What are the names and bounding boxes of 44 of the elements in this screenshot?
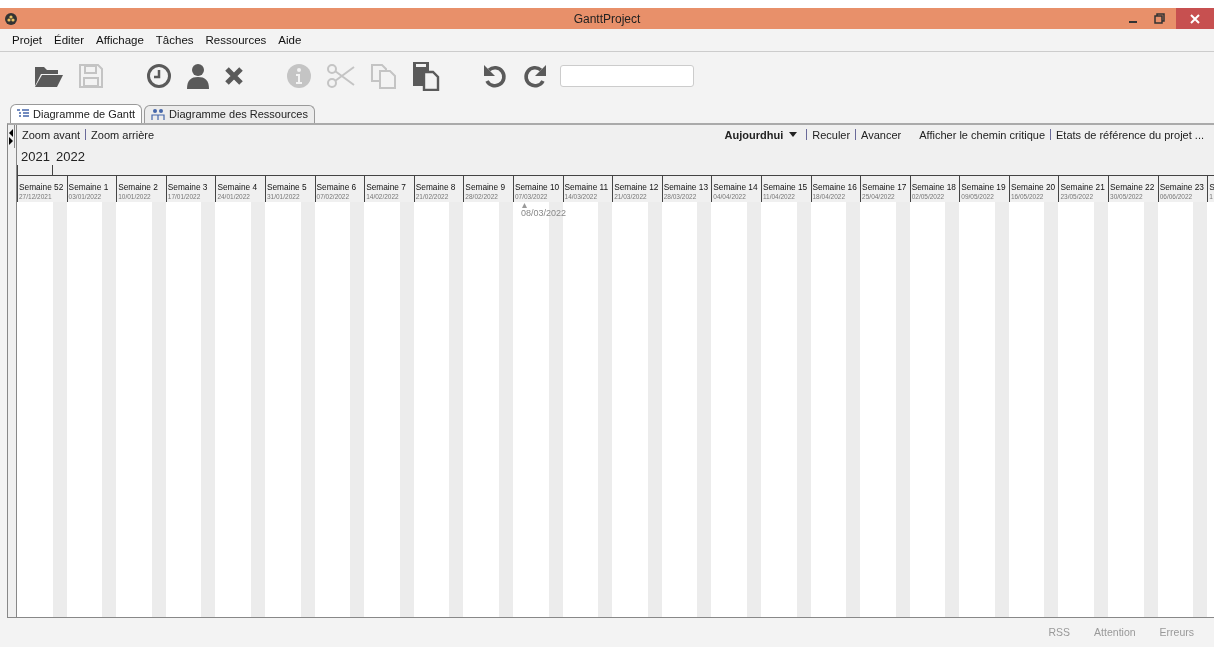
menu-item[interactable]: Affichage <box>90 29 150 50</box>
week-label: Semaine 11 <box>564 181 609 192</box>
toolbar-link[interactable]: Avancer <box>861 128 902 141</box>
today-date: 08/03/2022 <box>520 207 566 218</box>
tab[interactable]: Diagramme de Gantt <box>10 103 143 123</box>
year-label: 2022 <box>56 148 85 164</box>
menu-item[interactable]: Aide <box>272 29 308 50</box>
week-label: Semaine 21 <box>1060 181 1105 192</box>
week-label: Semaine 1 <box>68 181 109 192</box>
toolbar-link[interactable]: Reculer <box>812 128 851 141</box>
today-dropdown[interactable]: Aujourdhui <box>724 128 798 141</box>
week-label: Semaine 17 <box>862 181 907 192</box>
week-label: Semaine 22 <box>1110 181 1155 192</box>
week-label: Semaine 19 <box>961 181 1006 192</box>
week-label: Semaine 16 <box>812 181 857 192</box>
week-label: Semaine 10 <box>514 181 560 192</box>
week-label: Semaine 23 <box>1159 181 1204 192</box>
week-label: Semaine 12 <box>614 181 659 192</box>
week-label: Semaine 14 <box>713 181 758 192</box>
tab[interactable]: Diagramme des Ressources <box>144 104 315 123</box>
toolbar-link[interactable]: Afficher le chemin critique <box>919 128 1045 141</box>
week-label: Semaine 15 <box>762 181 808 192</box>
menu-item[interactable]: Éditer <box>48 29 91 50</box>
week-label: Semaine 3 <box>167 181 208 192</box>
week-label: Semaine 6 <box>316 181 357 192</box>
week-label: Semaine 20 <box>1010 181 1056 192</box>
menu-item[interactable]: Ressources <box>199 29 273 50</box>
week-label: Semaine 8 <box>415 181 456 192</box>
week-label: Semaine 18 <box>911 181 956 192</box>
menu-item[interactable]: Projet <box>6 29 49 50</box>
week-label: Semaine 7 <box>366 181 406 192</box>
week-label: Semaine 4 <box>217 181 258 192</box>
week-label: S <box>1209 181 1214 192</box>
year-label: 2021 <box>21 148 50 164</box>
window-title: GanttProject <box>573 11 641 26</box>
toolbar-link[interactable]: Zoom avant <box>22 128 81 141</box>
toolbar-link[interactable]: Zoom arrière <box>91 128 155 141</box>
toolbar-link[interactable]: Etats de référence du projet ... <box>1056 128 1204 141</box>
week-label: Semaine 9 <box>465 181 505 192</box>
week-label: Semaine 52 <box>19 181 64 192</box>
week-label: Semaine 5 <box>266 181 307 192</box>
menu-item[interactable]: Tâches <box>149 29 200 50</box>
week-label: Semaine 13 <box>663 181 708 192</box>
week-label: Semaine 2 <box>118 181 158 192</box>
